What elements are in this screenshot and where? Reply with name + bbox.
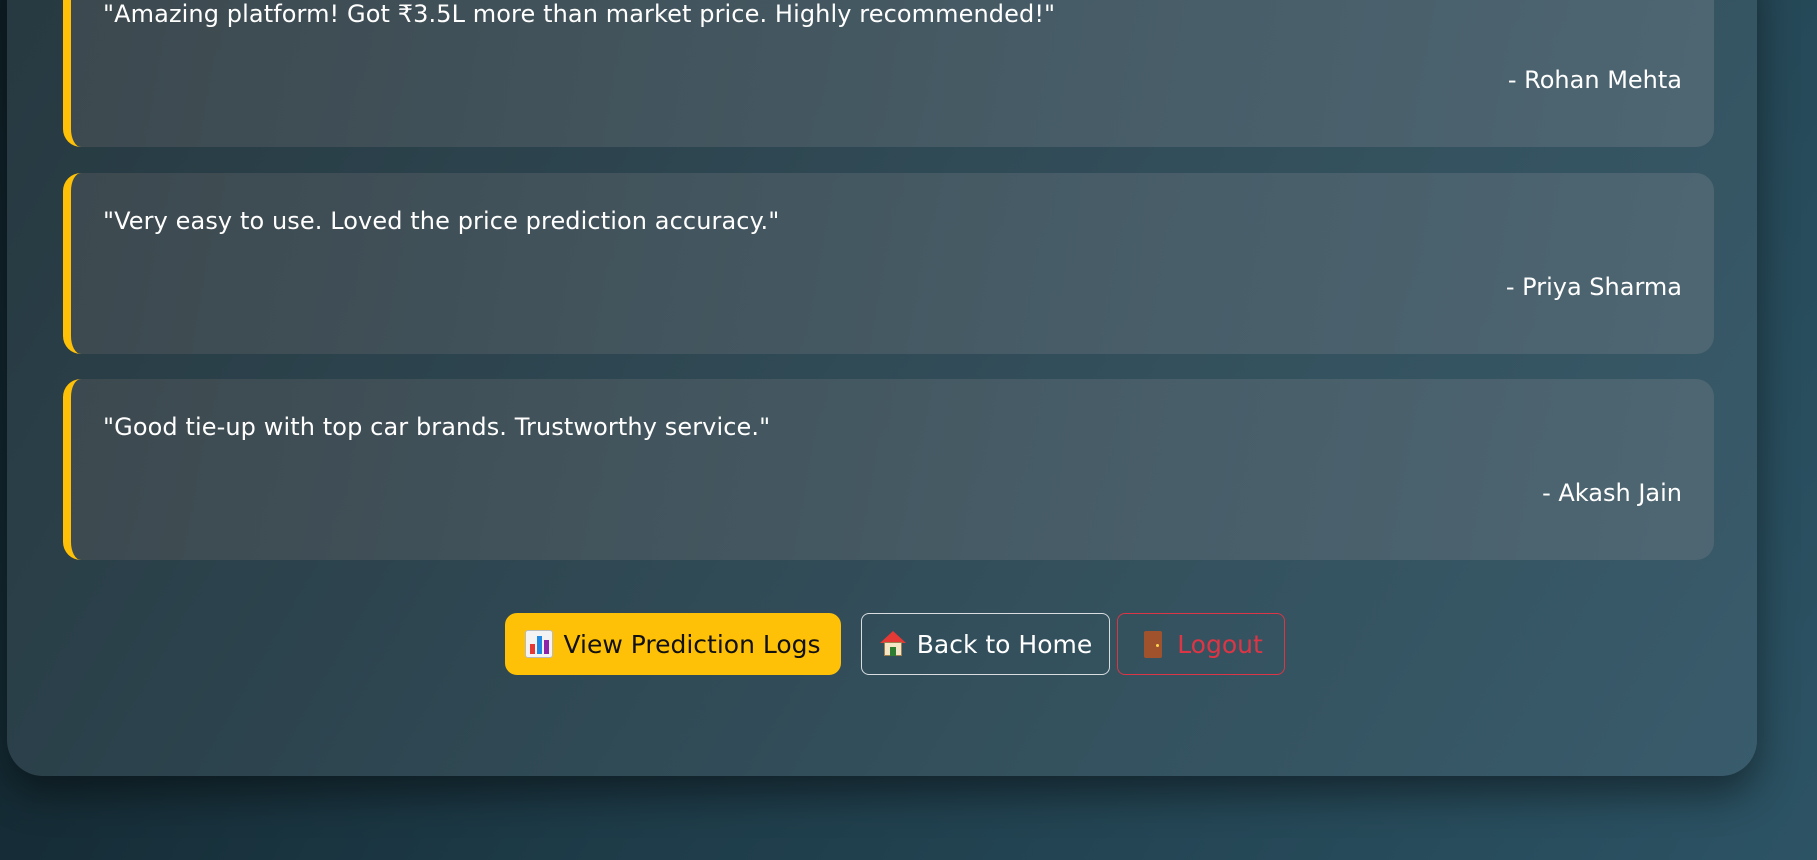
testimonial-card: "Very easy to use. Loved the price predi…	[63, 173, 1714, 354]
testimonial-card: "Good tie-up with top car brands. Trustw…	[63, 379, 1714, 560]
testimonial-quote: "Good tie-up with top car brands. Trustw…	[103, 413, 771, 441]
testimonial-author: - Akash Jain	[1542, 479, 1682, 507]
testimonial-card: "Amazing platform! Got ₹3.5L more than m…	[63, 0, 1714, 147]
door-icon	[1139, 630, 1167, 658]
logout-label: Logout	[1177, 629, 1263, 659]
view-prediction-logs-button[interactable]: View Prediction Logs	[505, 613, 841, 675]
view-prediction-logs-label: View Prediction Logs	[563, 629, 821, 659]
back-to-home-label: Back to Home	[916, 629, 1093, 659]
back-to-home-button[interactable]: Back to Home	[861, 613, 1110, 675]
testimonial-quote: "Amazing platform! Got ₹3.5L more than m…	[103, 0, 1056, 28]
logout-button[interactable]: Logout	[1117, 613, 1285, 675]
testimonial-quote: "Very easy to use. Loved the price predi…	[103, 207, 780, 235]
house-icon	[879, 630, 907, 658]
bar-chart-icon	[525, 630, 554, 658]
testimonial-author: - Rohan Mehta	[1507, 66, 1682, 94]
testimonial-author: - Priya Sharma	[1505, 273, 1682, 301]
main-card: "Amazing platform! Got ₹3.5L more than m…	[7, 0, 1757, 776]
